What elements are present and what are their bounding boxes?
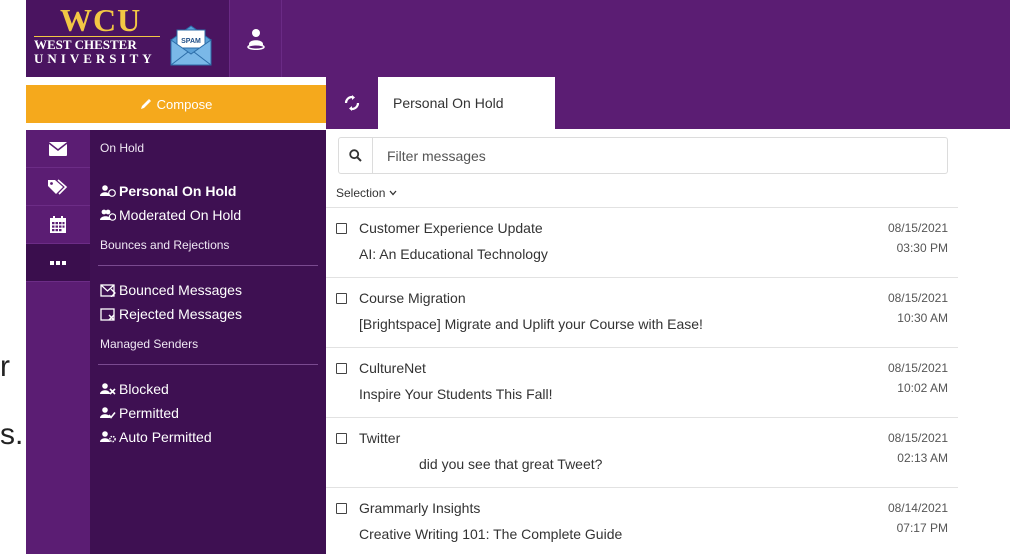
message-row[interactable]: Course Migration [Brightspace] Migrate a…	[326, 277, 958, 347]
logo-wcu-text: WCU	[60, 2, 142, 38]
filter-messages-input[interactable]	[373, 138, 947, 173]
search-button[interactable]	[339, 138, 373, 173]
nav-item-label: Moderated On Hold	[119, 207, 242, 223]
bounced-mail-icon	[100, 283, 116, 297]
tags-icon	[48, 178, 68, 195]
chevron-down-icon	[389, 190, 397, 196]
message-row[interactable]: Customer Experience Update AI: An Educat…	[326, 207, 958, 277]
message-subject: did you see that great Tweet?	[419, 456, 603, 472]
user-profile-icon	[246, 28, 265, 50]
message-checkbox[interactable]	[336, 433, 347, 444]
message-row[interactable]: CultureNet Inspire Your Students This Fa…	[326, 347, 958, 417]
spam-envelope-icon: SPAM	[170, 25, 212, 66]
nav-item-label: Auto Permitted	[119, 429, 212, 445]
nav-item-label: Personal On Hold	[119, 183, 237, 199]
message-checkbox[interactable]	[336, 363, 347, 374]
message-time: 07:17 PM	[896, 521, 948, 535]
nav-item-label: Rejected Messages	[119, 306, 242, 322]
rejected-mail-icon	[100, 307, 115, 321]
user-profile-button[interactable]	[230, 0, 282, 77]
logo-university-text: UNIVERSITY	[34, 51, 156, 66]
selection-dropdown[interactable]: Selection	[336, 186, 397, 200]
compose-label: Compose	[156, 96, 213, 112]
message-checkbox[interactable]	[336, 223, 347, 234]
rail-item-more[interactable]	[26, 244, 90, 282]
search-icon	[349, 149, 362, 162]
message-sender: Grammarly Insights	[359, 500, 481, 516]
nav-item-label: Blocked	[119, 381, 169, 397]
envelope-icon	[49, 141, 67, 156]
message-sender: Twitter	[359, 430, 401, 446]
message-date: 08/15/2021	[887, 361, 948, 375]
pencil-icon	[140, 99, 151, 109]
message-subject: AI: An Educational Technology	[359, 246, 548, 262]
user-gear-icon	[100, 431, 116, 443]
tab-personal-on-hold[interactable]: Personal On Hold	[378, 77, 555, 129]
section-header-on-hold: On Hold	[100, 141, 145, 155]
message-date: 08/15/2021	[887, 291, 948, 305]
users-clock-icon	[100, 209, 116, 221]
message-row[interactable]: Grammarly Insights Creative Writing 101:…	[326, 487, 958, 554]
message-time: 03:30 PM	[896, 241, 948, 255]
selection-label: Selection	[336, 186, 386, 200]
slide-text-fragment: r	[0, 350, 10, 383]
refresh-icon	[344, 95, 360, 111]
section-header-managed-senders: Managed Senders	[100, 337, 199, 351]
nav-item-personal-on-hold[interactable]: Personal On Hold	[100, 183, 236, 199]
slide-text-fragment: s.	[0, 418, 24, 451]
calendar-icon	[50, 216, 66, 233]
nav-item-label: Permitted	[119, 405, 179, 421]
section-header-bounces: Bounces and Rejections	[100, 238, 230, 252]
nav-item-auto-permitted[interactable]: Auto Permitted	[100, 429, 212, 445]
top-header: WCU WEST CHESTER UNIVERSITY SPAM	[26, 0, 1010, 77]
message-time: 10:30 AM	[897, 311, 948, 325]
nav-divider	[98, 364, 318, 365]
message-subject: Inspire Your Students This Fall!	[359, 386, 553, 402]
compose-button[interactable]: Compose	[26, 85, 326, 123]
spam-tag-text: SPAM	[181, 38, 201, 45]
nav-item-moderated-on-hold[interactable]: Moderated On Hold	[100, 207, 241, 223]
brand-logo[interactable]: WCU WEST CHESTER UNIVERSITY SPAM	[26, 0, 230, 77]
message-date: 08/15/2021	[887, 221, 948, 235]
message-date: 08/14/2021	[887, 501, 948, 515]
nav-item-permitted[interactable]: Permitted	[100, 405, 179, 421]
message-list-panel: Selection Customer Experience Update AI:…	[326, 130, 958, 554]
message-subject: [Brightspace] Migrate and Uplift your Co…	[359, 316, 703, 332]
user-clock-icon	[100, 185, 116, 197]
message-subject: Creative Writing 101: The Complete Guide	[359, 526, 623, 542]
nav-divider	[98, 265, 318, 266]
message-time: 10:02 AM	[897, 381, 948, 395]
rail-item-calendar[interactable]	[26, 206, 90, 244]
message-row[interactable]: Twitter did you see that great Tweet? 08…	[326, 417, 958, 487]
message-sender: CultureNet	[359, 360, 426, 376]
icon-rail	[26, 130, 90, 554]
tab-bar: Personal On Hold	[326, 77, 1010, 129]
rail-item-mail[interactable]	[26, 130, 90, 168]
message-sender: Course Migration	[359, 290, 466, 306]
nav-item-rejected-messages[interactable]: Rejected Messages	[100, 306, 242, 322]
nav-item-bounced-messages[interactable]: Bounced Messages	[100, 282, 242, 298]
more-icon	[50, 260, 66, 265]
nav-item-label: Bounced Messages	[119, 282, 242, 298]
message-checkbox[interactable]	[336, 293, 347, 304]
message-sender: Customer Experience Update	[359, 220, 543, 236]
rail-item-tags[interactable]	[26, 168, 90, 206]
user-check-icon	[100, 407, 116, 419]
folder-nav: On Hold Personal On Hold Moderated On Ho…	[90, 130, 326, 554]
user-blocked-icon	[100, 383, 116, 395]
logo-west-chester-text: WEST CHESTER	[34, 37, 137, 52]
filter-search-box	[338, 137, 948, 174]
message-checkbox[interactable]	[336, 503, 347, 514]
refresh-button[interactable]	[326, 77, 378, 129]
message-date: 08/15/2021	[887, 431, 948, 445]
message-time: 02:13 AM	[897, 451, 948, 465]
nav-item-blocked[interactable]: Blocked	[100, 381, 169, 397]
